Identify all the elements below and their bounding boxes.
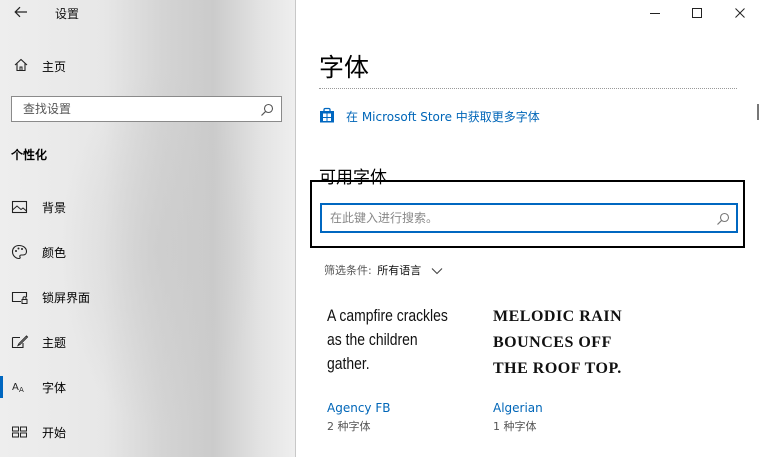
sidebar-divider (295, 0, 296, 457)
back-arrow-icon[interactable] (10, 3, 32, 23)
sidebar: 设置 主页 个性化 背景 颜色 锁屏界面 主题 (0, 0, 296, 457)
palette-icon (11, 244, 29, 260)
brush-icon (11, 334, 29, 350)
section-header-personalization: 个性化 (11, 148, 48, 162)
font-name: Agency FB (327, 401, 391, 415)
scrollbar-thumb[interactable] (757, 104, 759, 120)
picture-icon (11, 199, 29, 215)
start-icon (11, 424, 29, 440)
maximize-icon (692, 8, 702, 18)
page-title: 字体 (319, 53, 370, 82)
sidebar-item-label: 锁屏界面 (42, 291, 91, 305)
font-search-input[interactable] (322, 205, 702, 231)
sidebar-item-background[interactable]: 背景 (0, 192, 296, 222)
svg-text:A: A (12, 382, 19, 393)
sidebar-item-themes[interactable]: 主题 (0, 327, 296, 357)
font-sample-text: MELODIC RAIN BOUNCES OFF THE ROOF TOP. (493, 308, 623, 377)
sidebar-item-label: 背景 (42, 201, 67, 215)
sidebar-item-label: 主题 (42, 336, 67, 350)
font-name: Algerian (493, 401, 543, 415)
font-search-box[interactable] (320, 203, 738, 233)
search-icon[interactable] (260, 102, 274, 116)
sidebar-item-label: 字体 (42, 381, 67, 395)
filter-label: 筛选条件: (324, 264, 372, 277)
settings-search-input[interactable] (12, 98, 247, 120)
close-button[interactable] (719, 0, 761, 26)
sidebar-item-lock-screen[interactable]: 锁屏界面 (0, 282, 296, 312)
font-icon: AA (11, 379, 29, 395)
font-count: 1 种字体 (493, 420, 537, 433)
focus-dotted-line (319, 88, 737, 89)
svg-text:A: A (19, 386, 24, 394)
font-sample-text: A campfire crackles as the children gath… (327, 306, 448, 373)
font-count: 2 种字体 (327, 420, 371, 433)
sidebar-item-label: 主页 (42, 60, 67, 74)
filter-value: 所有语言 (377, 264, 422, 277)
sidebar-item-start[interactable]: 开始 (0, 417, 296, 447)
store-link-label: 在 Microsoft Store 中获取更多字体 (346, 110, 540, 124)
close-icon (735, 8, 745, 18)
home-icon (13, 57, 29, 73)
font-card-agency-fb[interactable]: A campfire crackles as the children gath… (327, 304, 477, 436)
sidebar-item-fonts[interactable]: AA 字体 (0, 372, 296, 402)
lock-screen-icon (11, 289, 29, 305)
search-icon[interactable] (716, 211, 730, 225)
window-title: 设置 (55, 7, 80, 21)
minimize-button[interactable] (634, 0, 676, 26)
sidebar-item-label: 颜色 (42, 246, 67, 260)
font-card-algerian[interactable]: MELODIC RAIN BOUNCES OFF THE ROOF TOP. A… (493, 304, 643, 436)
sidebar-item-home[interactable]: 主页 (0, 52, 296, 78)
maximize-button[interactable] (676, 0, 718, 26)
store-bag-icon (319, 107, 335, 123)
chevron-down-icon (431, 265, 443, 278)
sidebar-item-label: 开始 (42, 426, 67, 440)
settings-search-box[interactable] (11, 96, 282, 122)
language-filter-dropdown[interactable]: 筛选条件: 所有语言 (324, 262, 443, 278)
sidebar-item-colors[interactable]: 颜色 (0, 237, 296, 267)
minimize-icon (650, 13, 660, 14)
